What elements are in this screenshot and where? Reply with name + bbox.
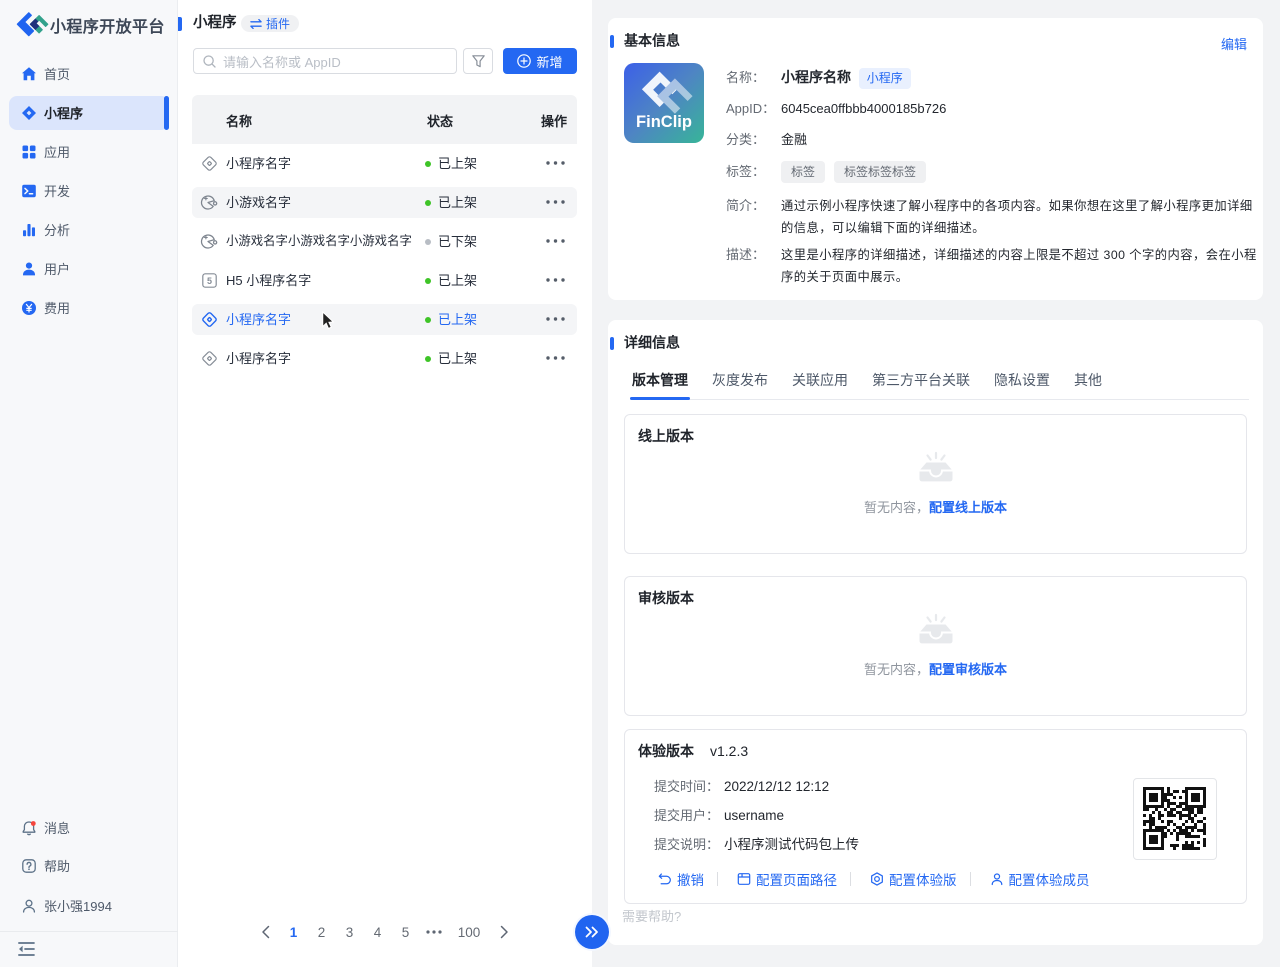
svg-text:5: 5 bbox=[207, 276, 212, 286]
svg-text:FinClip: FinClip bbox=[636, 113, 692, 131]
